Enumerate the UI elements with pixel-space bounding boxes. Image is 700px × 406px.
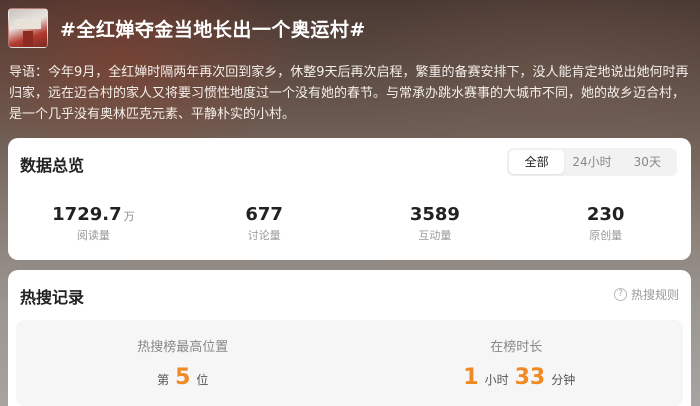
tab-all[interactable]: 全部 bbox=[509, 150, 565, 174]
peak-prefix: 第 bbox=[157, 373, 170, 387]
rules-label: 热搜规则 bbox=[630, 288, 679, 302]
hot-search-rules-link[interactable]: ? 热搜规则 bbox=[613, 286, 679, 303]
stat-label: 讨论量 bbox=[247, 229, 281, 242]
hot-search-card: 热搜记录 ? 热搜规则 热搜榜最高位置 第5位 在榜时长 1 小时 33 分钟 bbox=[8, 270, 691, 406]
stat-value: 677 bbox=[245, 204, 283, 225]
peak-suffix: 位 bbox=[196, 373, 209, 387]
tab-24h[interactable]: 24小时 bbox=[564, 150, 619, 174]
duration-hours: 1 bbox=[463, 365, 479, 390]
time-range-tabs: 全部 24小时 30天 bbox=[507, 148, 677, 176]
hot-search-title: 热搜记录 bbox=[20, 288, 85, 307]
hot-search-panel: 热搜榜最高位置 第5位 在榜时长 1 小时 33 分钟 bbox=[16, 320, 683, 406]
stat-value: 3589 bbox=[409, 204, 460, 225]
hours-unit: 小时 bbox=[484, 373, 509, 387]
peak-rank-label: 热搜榜最高位置 bbox=[137, 340, 229, 355]
minutes-unit: 分钟 bbox=[551, 373, 576, 387]
stat-label: 阅读量 bbox=[76, 229, 110, 242]
topic-title: #全红婵夺金当地长出一个奥运村# bbox=[60, 18, 366, 41]
stat-discussions: 677 讨论量 bbox=[179, 204, 350, 243]
stat-value: 230 bbox=[586, 204, 625, 225]
stat-original: 230 原创量 bbox=[520, 204, 691, 243]
duration-label: 在榜时长 bbox=[490, 340, 543, 355]
topic-intro: 导语：今年9月，全红婵时隔两年再次回到家乡，休整9天后再次启程，繁重的备赛安排下… bbox=[9, 65, 689, 122]
stat-unit: 万 bbox=[123, 210, 135, 223]
tab-30d[interactable]: 30天 bbox=[620, 150, 675, 174]
topic-header: #全红婵夺金当地长出一个奥运村# bbox=[8, 8, 366, 48]
peak-rank-value: 5 bbox=[175, 365, 191, 390]
peak-rank-block: 热搜榜最高位置 第5位 bbox=[16, 320, 350, 406]
stat-reads: 1729.7 万 阅读量 bbox=[8, 204, 179, 243]
stat-label: 原创量 bbox=[589, 229, 623, 242]
duration-block: 在榜时长 1 小时 33 分钟 bbox=[350, 320, 684, 406]
data-overview-card: 数据总览 全部 24小时 30天 1729.7 万 阅读量 677 讨论量 358… bbox=[8, 138, 691, 260]
duration-minutes: 33 bbox=[514, 365, 546, 390]
stats-row: 1729.7 万 阅读量 677 讨论量 3589 互动量 230 原创量 bbox=[8, 204, 691, 243]
stat-interactions: 3589 互动量 bbox=[350, 204, 521, 243]
stat-label: 互动量 bbox=[418, 229, 452, 242]
help-circle-icon: ? bbox=[613, 288, 627, 301]
topic-thumbnail bbox=[8, 8, 48, 48]
overview-title: 数据总览 bbox=[20, 156, 85, 175]
stat-value: 1729.7 bbox=[52, 204, 122, 225]
